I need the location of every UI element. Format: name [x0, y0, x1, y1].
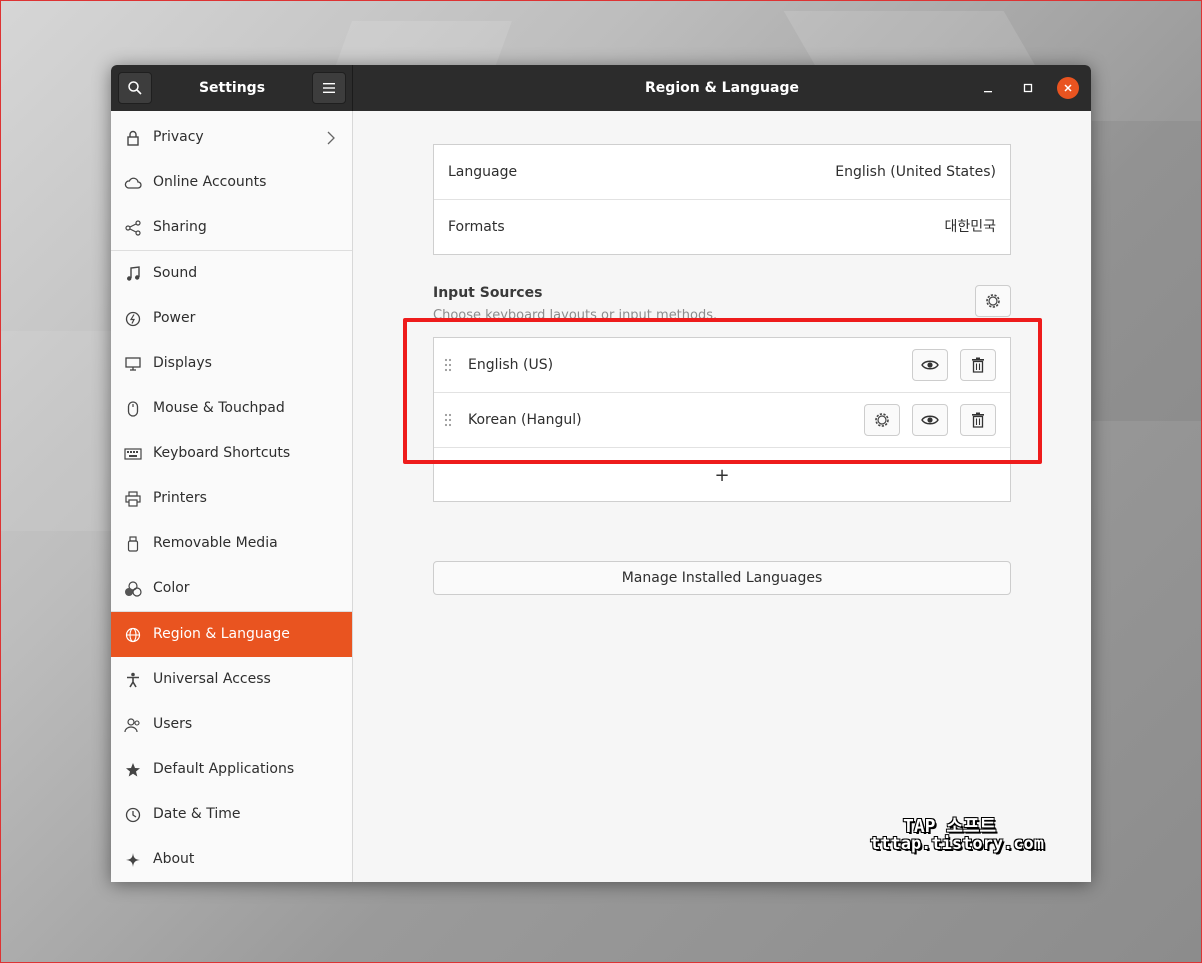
- sidebar-item-label: Printers: [153, 490, 207, 506]
- sidebar-item-power[interactable]: Power: [111, 296, 352, 341]
- sidebar-item-universal-access[interactable]: Universal Access: [111, 657, 352, 702]
- sidebar-item-label: Mouse & Touchpad: [153, 400, 285, 416]
- sidebar-item-sharing[interactable]: Sharing: [111, 205, 352, 250]
- sidebar-item-color[interactable]: Color: [111, 566, 352, 611]
- sidebar-item-label: Date & Time: [153, 806, 241, 822]
- sidebar-item-label: Region & Language: [153, 626, 290, 642]
- lock-icon: [124, 129, 142, 147]
- sidebar-title: Settings: [198, 80, 266, 96]
- sidebar: Privacy Online Accounts Sharing Sound Po…: [111, 111, 353, 882]
- sidebar-item-sound[interactable]: Sound: [111, 251, 352, 296]
- sidebar-item-label: Color: [153, 580, 190, 596]
- close-icon: [1064, 84, 1072, 92]
- sidebar-item-label: About: [153, 851, 195, 867]
- sidebar-item-label: Online Accounts: [153, 174, 267, 190]
- close-button[interactable]: [1057, 77, 1079, 99]
- titlebar: Settings Region & Language: [111, 65, 1091, 111]
- sidebar-item-label: Sound: [153, 265, 198, 281]
- sidebar-item-online-accounts[interactable]: Online Accounts: [111, 160, 352, 205]
- maximize-icon: [1023, 83, 1033, 93]
- sidebar-item-date-time[interactable]: Date & Time: [111, 792, 352, 837]
- sidebar-item-default-applications[interactable]: Default Applications: [111, 747, 352, 792]
- watermark-url: tttap.tistory.com: [870, 834, 1044, 854]
- formats-row[interactable]: Formats 대한민국: [434, 200, 1010, 255]
- display-icon: [124, 355, 142, 373]
- cloud-icon: [124, 174, 142, 192]
- globe-icon: [124, 626, 142, 644]
- share-icon: [124, 219, 142, 237]
- sidebar-item-label: Sharing: [153, 219, 207, 235]
- usb-drive-icon: [124, 535, 142, 553]
- hamburger-icon: [323, 83, 335, 93]
- sidebar-item-keyboard-shortcuts[interactable]: Keyboard Shortcuts: [111, 431, 352, 476]
- sidebar-item-label: Default Applications: [153, 761, 295, 777]
- sidebar-header: Settings: [111, 65, 353, 111]
- formats-value: 대한민국: [944, 219, 996, 235]
- language-row[interactable]: Language English (United States): [434, 145, 1010, 200]
- clock-icon: [124, 806, 142, 824]
- chevron-right-icon: [327, 131, 335, 145]
- sidebar-item-printers[interactable]: Printers: [111, 476, 352, 521]
- music-note-icon: [124, 265, 142, 283]
- gear-icon: [986, 294, 1000, 308]
- wallpaper-shape: [783, 11, 1039, 71]
- input-sources-options-button[interactable]: [975, 285, 1011, 317]
- users-icon: [124, 716, 142, 734]
- language-label: Language: [448, 164, 518, 180]
- wallpaper-shape: [1092, 121, 1201, 421]
- sidebar-item-region-language[interactable]: Region & Language: [111, 612, 352, 657]
- sidebar-item-label: Users: [153, 716, 193, 732]
- sidebar-item-label: Displays: [153, 355, 212, 371]
- search-button[interactable]: [118, 72, 152, 104]
- mouse-icon: [124, 400, 142, 418]
- minimize-button[interactable]: [977, 77, 999, 99]
- maximize-button[interactable]: [1017, 77, 1039, 99]
- settings-window: Settings Region & Language Privacy Onlin…: [111, 65, 1091, 882]
- sidebar-item-displays[interactable]: Displays: [111, 341, 352, 386]
- minimize-icon: [984, 91, 992, 93]
- color-circles-icon: [124, 580, 142, 598]
- sidebar-item-users[interactable]: Users: [111, 702, 352, 747]
- sparkle-icon: [124, 851, 142, 869]
- sidebar-item-label: Privacy: [153, 129, 204, 145]
- sidebar-item-removable-media[interactable]: Removable Media: [111, 521, 352, 566]
- main-content: Language English (United States) Formats…: [354, 111, 1091, 882]
- sidebar-item-label: Removable Media: [153, 535, 278, 551]
- sidebar-item-about[interactable]: About: [111, 837, 352, 882]
- annotation-highlight-box: [403, 318, 1042, 464]
- sidebar-item-privacy[interactable]: Privacy: [111, 115, 352, 160]
- formats-label: Formats: [448, 219, 505, 235]
- sidebar-item-label: Power: [153, 310, 196, 326]
- wallpaper-shape: [1, 331, 112, 531]
- input-sources-title: Input Sources: [433, 285, 543, 301]
- language-value: English (United States): [835, 164, 996, 180]
- menu-button[interactable]: [312, 72, 346, 104]
- language-formats-panel: Language English (United States) Formats…: [433, 144, 1011, 255]
- sidebar-item-label: Universal Access: [153, 671, 271, 687]
- keyboard-icon: [124, 445, 142, 463]
- printer-icon: [124, 490, 142, 508]
- manage-installed-languages-button[interactable]: Manage Installed Languages: [433, 561, 1011, 595]
- power-icon: [124, 310, 142, 328]
- star-icon: [124, 761, 142, 779]
- sidebar-item-label: Keyboard Shortcuts: [153, 445, 291, 461]
- accessibility-icon: [124, 671, 142, 689]
- sidebar-item-mouse-touchpad[interactable]: Mouse & Touchpad: [111, 386, 352, 431]
- search-icon: [128, 81, 142, 95]
